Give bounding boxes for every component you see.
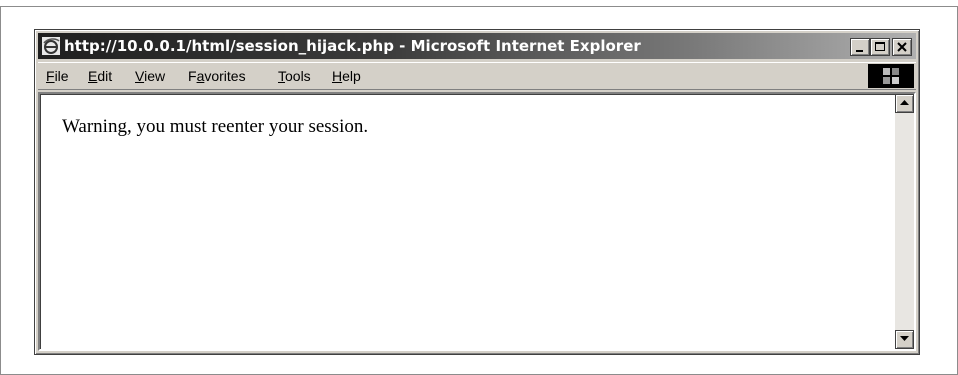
warning-message: Warning, you must reenter your session. <box>62 116 369 137</box>
scroll-up-arrow-icon <box>900 100 909 105</box>
windows-logo-icon <box>883 68 899 84</box>
scroll-down-button[interactable] <box>895 330 914 349</box>
title-bar[interactable]: http://10.0.0.1/html/session_hijack.php … <box>38 33 916 59</box>
browser-window: http://10.0.0.1/html/session_hijack.php … <box>34 29 920 355</box>
close-button[interactable] <box>892 38 912 56</box>
menu-favorites[interactable]: Favorites <box>188 68 246 84</box>
menu-help[interactable]: Help <box>332 68 361 84</box>
scroll-down-arrow-icon <box>900 336 909 341</box>
page-content: Warning, you must reenter your session. <box>38 92 916 351</box>
menu-view[interactable]: View <box>135 68 165 84</box>
maximize-button[interactable] <box>870 38 890 56</box>
close-icon <box>897 42 907 52</box>
menu-file[interactable]: File <box>46 68 69 84</box>
maximize-icon <box>875 42 885 51</box>
minimize-icon <box>856 50 863 52</box>
scroll-up-button[interactable] <box>895 94 914 113</box>
vertical-scrollbar[interactable] <box>895 94 914 349</box>
menu-edit[interactable]: Edit <box>88 68 112 84</box>
menu-tools[interactable]: Tools <box>278 68 311 84</box>
minimize-button[interactable] <box>850 38 870 56</box>
window-title: http://10.0.0.1/html/session_hijack.php … <box>64 37 641 55</box>
throbber <box>868 64 914 88</box>
ie-icon <box>42 37 60 55</box>
menu-bar: File Edit View Favorites Tools Help <box>38 62 916 90</box>
